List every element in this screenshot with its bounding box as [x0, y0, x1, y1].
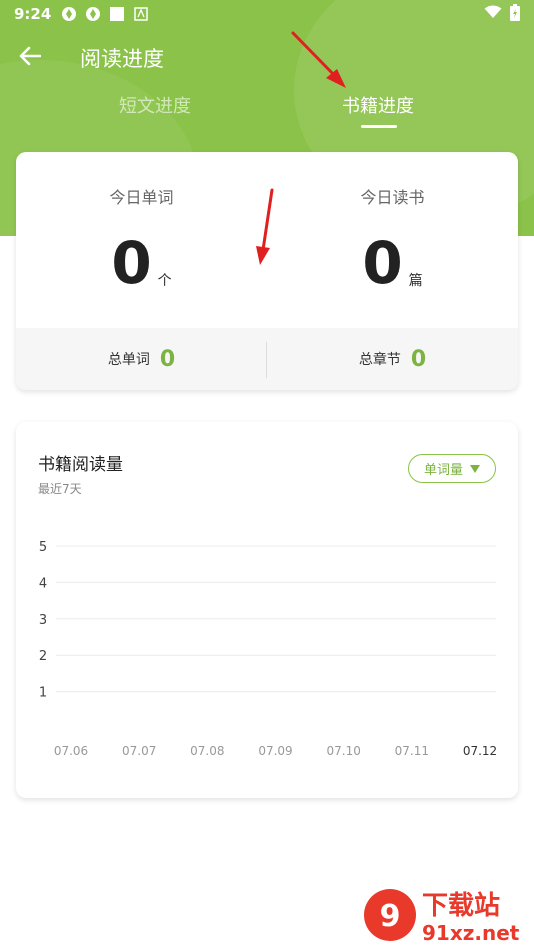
- site-watermark: 9 下载站 91xz.net: [362, 884, 534, 946]
- annotation-arrow: [256, 188, 274, 265]
- annotation-overlay: [256, 31, 346, 265]
- svg-text:下载站: 下载站: [422, 891, 500, 921]
- svg-text:9: 9: [380, 899, 401, 934]
- watermark-logo: 9 下载站 91xz.net: [364, 889, 520, 945]
- svg-text:91xz.net: 91xz.net: [422, 921, 520, 945]
- annotation-arrow: [291, 31, 346, 88]
